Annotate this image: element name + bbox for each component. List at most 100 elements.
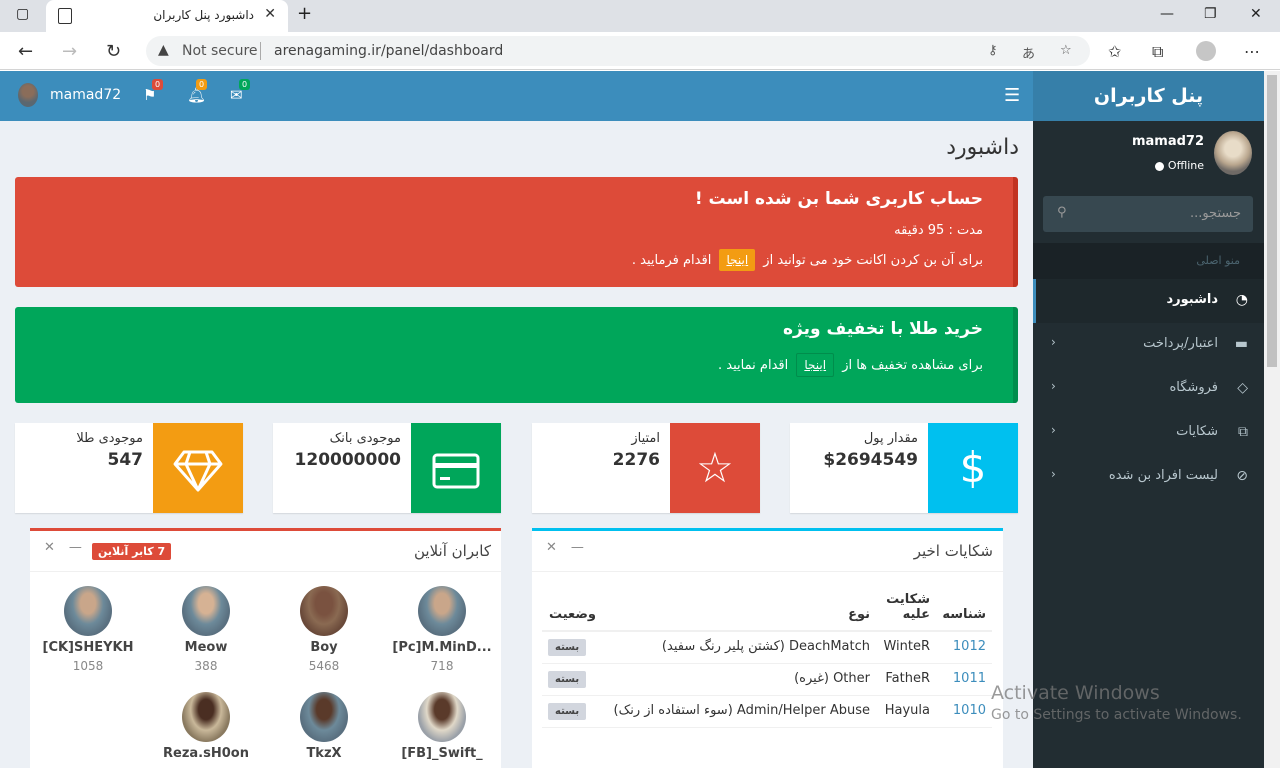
- online-user-card[interactable]: [CK]SHEYKH 1058: [33, 586, 143, 673]
- column-header: وضعیت: [542, 588, 602, 632]
- collapse-icon[interactable]: —: [69, 540, 82, 555]
- flag-icon[interactable]: ⚑ 0: [143, 79, 164, 104]
- close-window-icon[interactable]: ✕: [1250, 6, 1262, 22]
- sidebar-logo[interactable]: پنل کاربران: [1033, 71, 1264, 121]
- complaint-id[interactable]: 1011: [936, 663, 992, 696]
- activate-windows-text: Go to Settings to activate Windows.: [991, 707, 1242, 723]
- menu-toggle-icon[interactable]: ☰: [1004, 85, 1020, 106]
- stat-value: 547: [107, 450, 144, 470]
- browser-tab-bar: ▢ داشبورد پنل کاربران ✕ + — ❐ ✕: [0, 0, 1280, 32]
- sidebar-item-shop[interactable]: ◇ فروشگاه ‹: [1033, 367, 1264, 411]
- sidebar-avatar: [1214, 131, 1252, 175]
- favorites-icon[interactable]: ✩: [1108, 42, 1121, 61]
- user-avatar: [182, 692, 230, 742]
- key-icon[interactable]: ⚷: [988, 43, 998, 58]
- online-user-id: 388: [194, 659, 218, 673]
- bell-icon[interactable]: 🔔︎ 0: [187, 79, 208, 104]
- search-placeholder: جستجو...: [1189, 206, 1241, 221]
- close-icon[interactable]: ✕: [546, 540, 557, 555]
- status-badge: بسته: [548, 671, 587, 688]
- sidebar-item-banned-list[interactable]: ⊘ لیست افراد بن شده ‹: [1033, 455, 1264, 499]
- close-icon[interactable]: ✕: [44, 540, 55, 555]
- credit-card-icon: ▬: [1234, 336, 1248, 352]
- new-tab-icon[interactable]: +: [297, 3, 312, 24]
- close-tab-icon[interactable]: ✕: [264, 6, 276, 22]
- sidebar-item-dashboard[interactable]: ◔ داشبورد: [1033, 279, 1264, 323]
- user-avatar: [64, 586, 112, 636]
- online-user-card[interactable]: TkzX: [269, 692, 379, 761]
- gold-alert-text: برای مشاهده تخفیف ها از اینجا اقدام نمای…: [718, 353, 983, 377]
- divider: [532, 571, 1003, 572]
- complaint-id[interactable]: 1010: [936, 695, 992, 728]
- page-scrollbar[interactable]: [1264, 71, 1280, 768]
- status-dot-icon: [1154, 161, 1164, 171]
- stat-score: ☆ امتیاز 2276: [532, 423, 760, 513]
- copy-icon: ⧉: [1238, 424, 1248, 440]
- forward-icon[interactable]: →: [62, 41, 77, 62]
- user-avatar[interactable]: [18, 83, 38, 107]
- star-icon: ☆: [670, 423, 760, 513]
- sidebar-item-complaints[interactable]: ⧉ شکایات ‹: [1033, 411, 1264, 455]
- online-user-card[interactable]: [FB]_Swift_: [387, 692, 497, 761]
- sidebar-item-label: اعتبار/پرداخت: [1143, 336, 1218, 351]
- sidebar-item-credit[interactable]: ▬ اعتبار/پرداخت ‹: [1033, 323, 1264, 367]
- complaints-table: شناسه شکایت علیه نوع وضعیت 1012 WinteR D…: [542, 588, 992, 728]
- tab-actions-icon[interactable]: ▢: [16, 6, 29, 22]
- stat-label: مقدار پول: [863, 431, 918, 446]
- online-user-name: [CK]SHEYKH: [42, 640, 134, 655]
- translate-icon[interactable]: あ: [1022, 43, 1035, 62]
- header-username[interactable]: mamad72: [50, 87, 121, 103]
- back-icon[interactable]: ←: [18, 41, 33, 62]
- page-icon: [58, 8, 72, 24]
- sidebar-search-input[interactable]: جستجو... ⚲: [1043, 196, 1253, 232]
- discounts-link-button[interactable]: اینجا: [796, 353, 835, 377]
- scrollbar-thumb[interactable]: [1267, 75, 1277, 367]
- add-favorite-icon[interactable]: ☆: [1060, 43, 1072, 58]
- status-badge: بسته: [548, 639, 587, 656]
- minimize-icon[interactable]: —: [1160, 6, 1174, 22]
- warning-icon: ▲: [158, 42, 169, 58]
- restore-icon[interactable]: ❐: [1204, 6, 1217, 22]
- table-row[interactable]: 1011 FatheR Other (غیره) بسته: [542, 663, 992, 696]
- search-icon[interactable]: ⚲: [1057, 205, 1067, 220]
- url-field[interactable]: ▲ Not secure arenagaming.ir/panel/dashbo…: [146, 36, 1090, 66]
- online-user-card[interactable]: Reza.sH0on: [151, 692, 261, 761]
- online-user-name: [FB]_Swift_: [401, 746, 483, 761]
- online-user-card[interactable]: Boy 5468: [269, 586, 379, 673]
- flags-badge: 0: [152, 79, 164, 90]
- complaint-against: FatheR: [876, 663, 936, 696]
- online-user-name: Boy: [310, 640, 338, 655]
- complaint-against: WinteR: [876, 631, 936, 664]
- chevron-left-icon: ‹: [1051, 335, 1056, 349]
- online-user-card[interactable]: Meow 388: [151, 586, 261, 673]
- column-header: شناسه: [936, 588, 992, 632]
- online-user-card[interactable]: [Pc]M.MinD... 718: [387, 586, 497, 673]
- complaint-type: Admin/Helper Abuse (سوء استفاده از رنک): [602, 695, 876, 728]
- table-row[interactable]: 1012 WinteR DeachMatch (کشتن پلیر رنگ سف…: [542, 631, 992, 664]
- divider: [30, 571, 501, 572]
- collapse-icon[interactable]: —: [571, 540, 584, 555]
- collections-icon[interactable]: ⧉: [1152, 42, 1163, 62]
- envelope-icon[interactable]: ✉ 0: [230, 79, 251, 104]
- ban-alert-text: برای آن بن کردن اکانت خود می توانید از ا…: [632, 249, 983, 271]
- credit-card-icon: [411, 423, 501, 513]
- complaint-id[interactable]: 1012: [936, 631, 992, 664]
- unban-link-button[interactable]: اینجا: [719, 249, 756, 271]
- divider: [260, 42, 261, 60]
- table-row[interactable]: 1010 Hayula Admin/Helper Abuse (سوء استف…: [542, 695, 992, 728]
- complaint-against: Hayula: [876, 695, 936, 728]
- browser-tab[interactable]: داشبورد پنل کاربران ✕: [46, 0, 288, 32]
- more-icon[interactable]: ⋯: [1244, 42, 1260, 61]
- ban-alert-title: حساب کاربری شما بن شده است !: [694, 189, 983, 209]
- url-text[interactable]: arenagaming.ir/panel/dashboard: [274, 43, 503, 59]
- stat-label: موجودی طلا: [76, 431, 143, 446]
- page-viewport: mamad72 ⚑ 0 🔔︎ 0 ✉ 0 ☰ پنل کاربران mamad72 …: [0, 71, 1264, 768]
- box-tools: ✕ —: [546, 540, 598, 555]
- stat-gold: موجودی طلا 547: [15, 423, 243, 513]
- profile-avatar[interactable]: [1196, 41, 1216, 61]
- user-avatar: [182, 586, 230, 636]
- security-label[interactable]: Not secure: [182, 43, 258, 59]
- sidebar-item-label: داشبورد: [1166, 292, 1218, 307]
- refresh-icon[interactable]: ↻: [106, 41, 121, 62]
- sidebar: پنل کاربران mamad72 Offline جستجو... ⚲ م…: [1033, 71, 1264, 768]
